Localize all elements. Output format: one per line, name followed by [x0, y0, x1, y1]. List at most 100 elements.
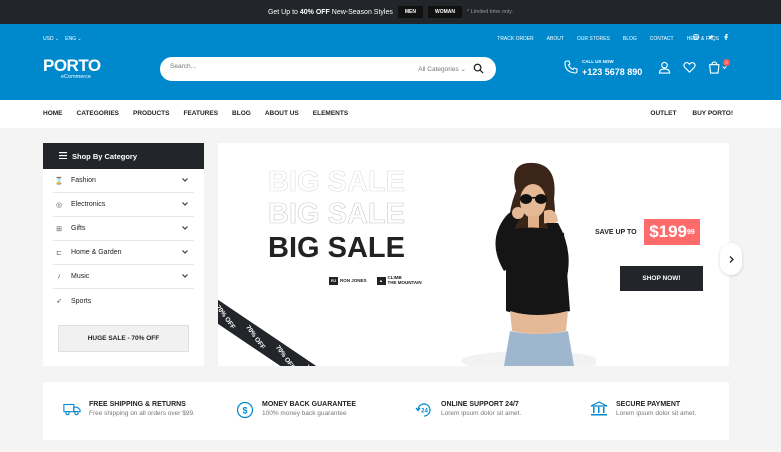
category-item-electronics[interactable]: ◎ Electronics [53, 193, 194, 217]
logo-subtitle: eCommerce [61, 74, 91, 80]
chevron-down-icon[interactable] [182, 201, 188, 208]
nav-products[interactable]: PRODUCTS [133, 110, 169, 117]
hourglass-icon: ⌛ [54, 177, 64, 185]
brand-logos: RJ RON JONES ▲ CLIMB THE MOUNTAIN [329, 275, 422, 286]
woman-button[interactable]: WOMAN [427, 6, 462, 18]
nav-blog[interactable]: BLOG [232, 110, 251, 117]
nav-home[interactable]: HOME [43, 110, 63, 117]
main-nav: HOME CATEGORIES PRODUCTS FEATURES BLOG A… [0, 100, 781, 128]
user-icon[interactable] [658, 61, 671, 79]
nav-buy-porto[interactable]: BUY PORTO! [692, 110, 733, 117]
header-icons [658, 61, 728, 79]
chevron-down-icon[interactable] [182, 225, 188, 232]
gift-icon: ⊞ [56, 225, 62, 233]
logo-wordmark: PORTO [43, 56, 101, 75]
brand-climb-the-mountain: ▲ CLIMB THE MOUNTAIN [376, 275, 422, 286]
phone-icon [564, 60, 578, 79]
feature-desc: Lorem ipsum dolor sit amet. [441, 410, 522, 417]
twitter-icon[interactable] [707, 34, 714, 42]
link-about[interactable]: ABOUT [547, 36, 564, 42]
feature-secure-payment: SECURE PAYMENT Lorem ipsum dolor sit ame… [590, 401, 696, 422]
feature-title: SECURE PAYMENT [616, 401, 681, 408]
menu-icon [59, 151, 67, 161]
category-item-fashion[interactable]: ⌛ Fashion [53, 169, 194, 193]
category-label: Home & Garden [71, 249, 122, 256]
category-item-music[interactable]: ♪ Music [53, 265, 194, 289]
category-label: Fashion [71, 177, 96, 184]
discount-ribbon: 70% OFF 70% OFF 70% OFF 70% OFF 70% OFF [218, 293, 391, 366]
category-item-gifts[interactable]: ⊞ Gifts [53, 217, 194, 241]
dollar-icon: $ [236, 401, 254, 424]
sidebar-header: Shop By Category [43, 143, 204, 169]
price-tag: $199 99 [644, 219, 700, 245]
chevron-down-icon[interactable] [182, 249, 188, 256]
big-sale-heading: BIG SALE [268, 232, 405, 264]
chevron-down-icon[interactable] [182, 177, 188, 184]
price-cents: 99 [687, 228, 695, 236]
truck-icon [63, 401, 81, 422]
shop-now-button[interactable]: SHOP NOW! [620, 266, 703, 291]
price-value: $199 [649, 222, 688, 241]
feature-title: FREE SHIPPING & RETURNS [89, 401, 186, 408]
locale-switchers: USD ⌄ ENG ⌄ [43, 36, 82, 42]
category-sidebar: Shop By Category ⌛ Fashion ◎ Electronics… [43, 143, 204, 366]
mountain-logo-icon: ▲ [376, 276, 386, 285]
big-sale-outline-1: BIG SALE [268, 166, 406, 198]
social-links [692, 34, 729, 42]
features-bar: FREE SHIPPING & RETURNS Free shipping on… [43, 382, 729, 440]
model-photo [461, 162, 596, 366]
chair-icon: ⊏ [56, 249, 62, 257]
feature-online-support: 24 ONLINE SUPPORT 24/7 Lorem ipsum dolor… [415, 401, 521, 424]
category-select[interactable]: All Categories ⌄ [418, 65, 466, 73]
heart-icon[interactable] [683, 61, 696, 79]
nav-outlet[interactable]: OUTLET [650, 110, 676, 117]
cart-count-badge: 3 [723, 59, 730, 66]
bank-icon [590, 401, 608, 422]
nav-about-us[interactable]: ABOUT US [265, 110, 299, 117]
instagram-icon[interactable] [692, 34, 699, 42]
search-input[interactable] [170, 63, 390, 70]
huge-sale-button[interactable]: HUGE SALE - 70% OFF [58, 325, 189, 352]
link-our-stores[interactable]: OUR STORES [577, 36, 610, 42]
category-item-sports[interactable]: ➶ Sports [53, 289, 194, 313]
phone-number[interactable]: +123 5678 890 [582, 67, 642, 77]
sports-icon: ➶ [56, 298, 62, 305]
feature-desc: 100% money back guarantee [262, 410, 347, 417]
save-up-to-label: SAVE UP TO [595, 229, 637, 236]
category-label: Music [71, 273, 90, 280]
facebook-icon[interactable] [722, 34, 729, 42]
feature-title: ONLINE SUPPORT 24/7 [441, 401, 519, 408]
link-blog[interactable]: BLOG [623, 36, 637, 42]
currency-select[interactable]: USD ⌄ [43, 36, 59, 42]
promo-text: Get Up to 40% OFF New-Season Styles [267, 8, 393, 16]
nav-features[interactable]: FEATURES [183, 110, 218, 117]
feature-desc: Free shipping on all orders over $99. [89, 410, 195, 417]
category-label: Gifts [71, 225, 86, 232]
globe-icon: ◎ [55, 201, 63, 209]
men-button[interactable]: MEN [397, 6, 423, 18]
sidebar-title: Shop By Category [72, 151, 138, 161]
brand-name-line: THE MOUNTAIN [387, 279, 422, 285]
chevron-down-icon[interactable] [182, 273, 188, 280]
ribbon-text: 70% OFF [244, 323, 267, 351]
limited-note: * Limited time only. [466, 9, 514, 15]
search-icon[interactable] [473, 63, 484, 76]
big-sale-outline-2: BIG SALE [268, 198, 406, 230]
logo[interactable]: PORTO eCommerce [43, 57, 103, 87]
nav-elements[interactable]: ELEMENTS [313, 110, 348, 117]
support-icon: 24 [415, 401, 433, 424]
nav-categories[interactable]: CATEGORIES [77, 110, 120, 117]
link-contact[interactable]: CONTACT [650, 36, 674, 42]
promo-bar: Get Up to 40% OFF New-Season Styles MEN … [0, 0, 781, 24]
link-track-order[interactable]: TRACK ORDER [497, 36, 533, 42]
category-label: Sports [71, 297, 92, 305]
svg-text:24: 24 [421, 409, 428, 415]
slider-next-button[interactable] [720, 243, 742, 275]
language-select[interactable]: ENG ⌄ [65, 36, 81, 42]
svg-text:$: $ [242, 406, 247, 416]
feature-money-back: $ MONEY BACK GUARANTEE 100% money back g… [236, 401, 356, 424]
hero-banner: BIG SALE BIG SALE BIG SALE 70% OFF 70% O… [218, 143, 729, 366]
category-item-home-garden[interactable]: ⊏ Home & Garden [53, 241, 194, 265]
category-label: Electronics [71, 201, 106, 208]
search-bar: All Categories ⌄ [160, 57, 496, 81]
